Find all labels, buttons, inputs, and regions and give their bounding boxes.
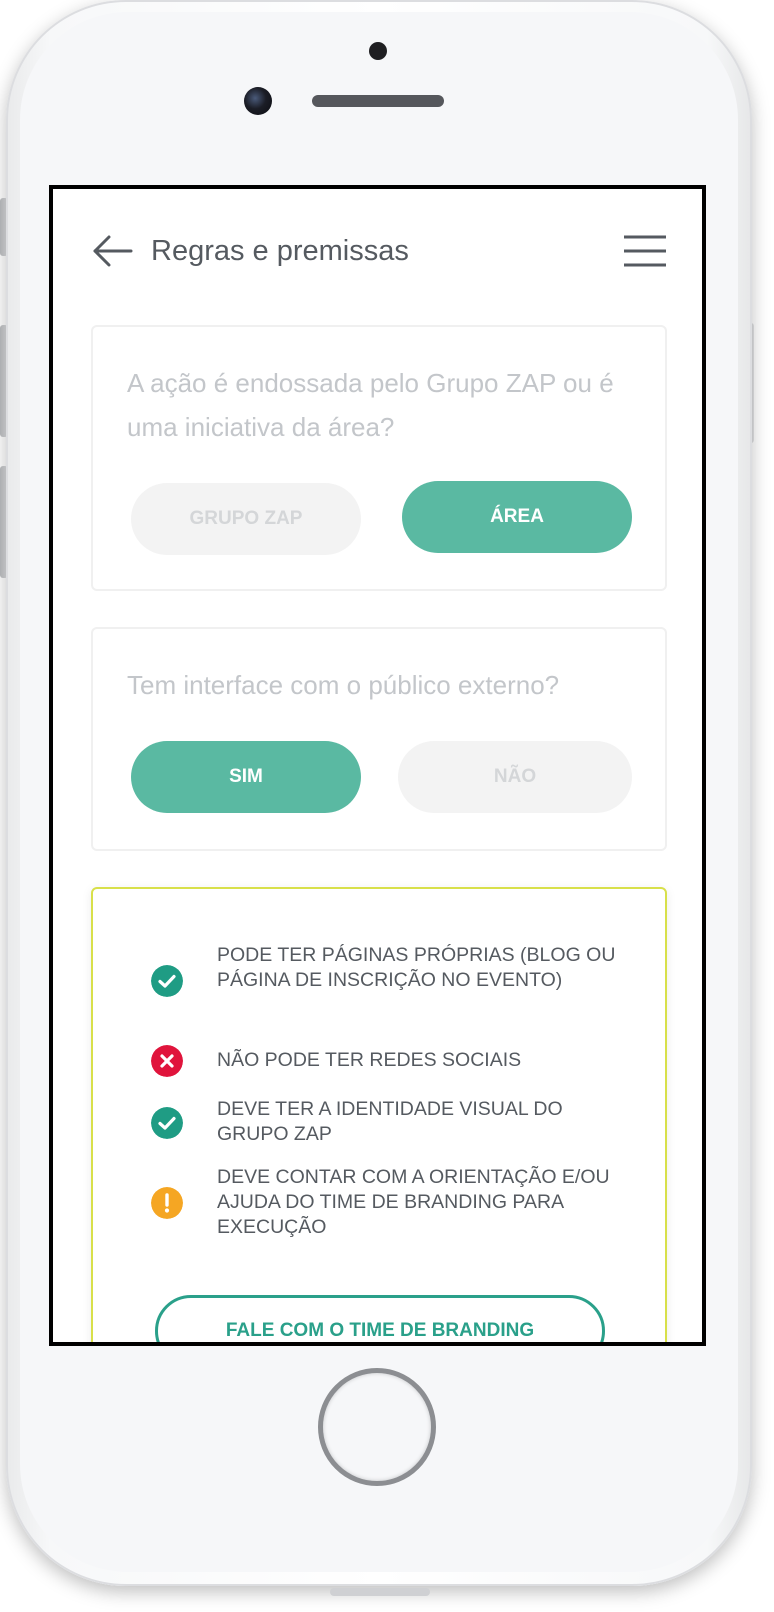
earpiece-speaker [312,95,444,107]
option-sim-button[interactable]: SIM [131,741,361,813]
rule-item: PODE TER PÁGINAS PRÓPRIAS (BLOG OU PÁGIN… [151,943,635,1023]
check-circle-icon [151,965,183,997]
rule-text: NÃO PODE TER REDES SOCIAIS [217,1049,522,1071]
x-circle-icon [151,1045,183,1077]
proximity-sensor [369,42,387,60]
bottom-edge [330,1588,430,1596]
exclamation-circle-icon [151,1187,183,1219]
question-card-external: Tem interface com o público externo? SIM… [91,627,667,851]
question-text: Tem interface com o público externo? [127,670,560,700]
app-screen: Regras e premissas A ação é endossada pe… [49,185,706,1346]
rules-result-card: PODE TER PÁGINAS PRÓPRIAS (BLOG OU PÁGIN… [91,887,667,1342]
rule-text: DEVE TER A IDENTIDADE VISUAL DO GRUPO ZA… [217,1098,563,1145]
option-area-button[interactable]: ÁREA [402,481,632,553]
hamburger-menu-icon[interactable] [623,231,667,271]
front-camera [244,87,272,115]
rule-item: NÃO PODE TER REDES SOCIAIS [151,1045,635,1077]
rule-item: DEVE CONTAR COM A ORIENTAÇÃO E/OU AJUDA … [151,1165,635,1245]
option-grupo-zap-button[interactable]: GRUPO ZAP [131,483,361,555]
home-button[interactable] [318,1368,436,1486]
question-card-endorsement: A ação é endossada pelo Grupo ZAP ou é u… [91,325,667,591]
rule-text: DEVE CONTAR COM A ORIENTAÇÃO E/OU AJUDA … [217,1166,610,1238]
rule-item: DEVE TER A IDENTIDADE VISUAL DO GRUPO ZA… [151,1097,635,1151]
device-mockup: Regras e premissas A ação é endossada pe… [0,0,774,1612]
page-title: Regras e premissas [151,235,409,267]
check-circle-icon [151,1107,183,1139]
option-nao-button[interactable]: NÃO [398,741,632,813]
arrow-left-icon[interactable] [91,229,135,273]
app-header: Regras e premissas [53,189,702,309]
rule-text: PODE TER PÁGINAS PRÓPRIAS (BLOG OU PÁGIN… [217,944,616,991]
question-text: A ação é endossada pelo Grupo ZAP ou é u… [127,368,614,442]
contact-branding-button[interactable]: FALE COM O TIME DE BRANDING [155,1295,605,1342]
